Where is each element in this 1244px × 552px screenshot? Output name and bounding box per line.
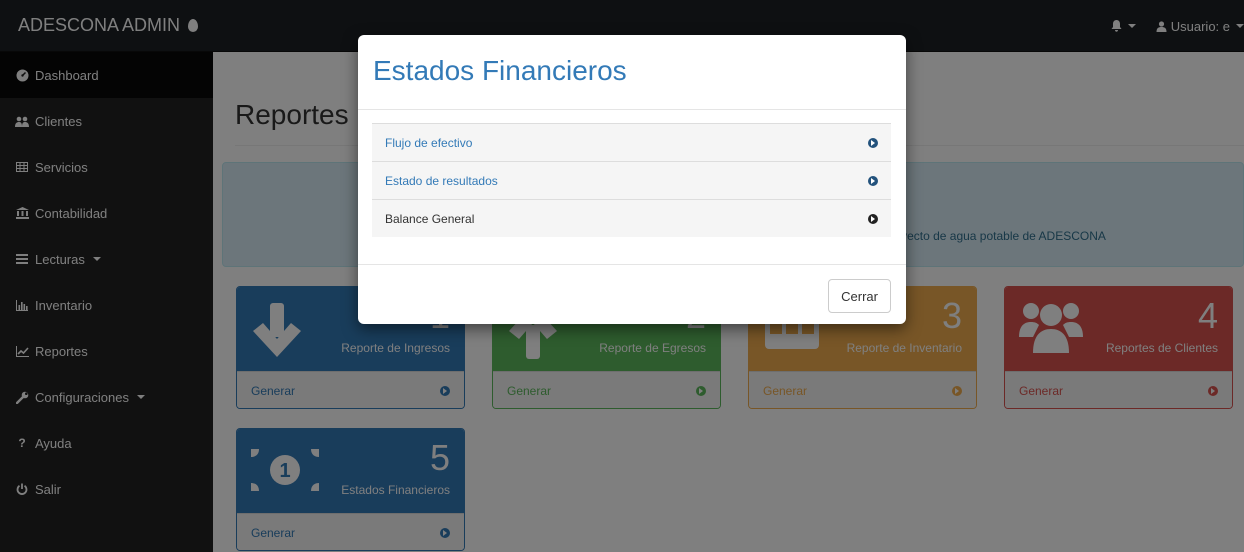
list-item-balance-general[interactable]: Balance General — [372, 199, 891, 237]
list-item-estado-de-resultados[interactable]: Estado de resultados — [372, 161, 891, 199]
modal-estados-financieros: Estados Financieros Flujo de efectivo Es… — [358, 35, 906, 324]
modal-footer: Cerrar — [358, 264, 906, 324]
arrow-circle-right-icon — [868, 175, 878, 186]
modal-header: Estados Financieros — [358, 35, 906, 110]
list-item-label: Flujo de efectivo — [385, 135, 473, 150]
arrow-circle-right-icon — [868, 137, 878, 148]
list-item-label: Estado de resultados — [385, 173, 498, 188]
list-item-flujo-de-efectivo[interactable]: Flujo de efectivo — [372, 123, 891, 161]
close-button[interactable]: Cerrar — [828, 279, 891, 313]
arrow-circle-right-icon — [868, 213, 878, 224]
modal-title: Estados Financieros — [373, 55, 627, 86]
list-item-label: Balance General — [385, 211, 475, 226]
modal-body: Flujo de efectivo Estado de resultados B… — [372, 123, 891, 237]
